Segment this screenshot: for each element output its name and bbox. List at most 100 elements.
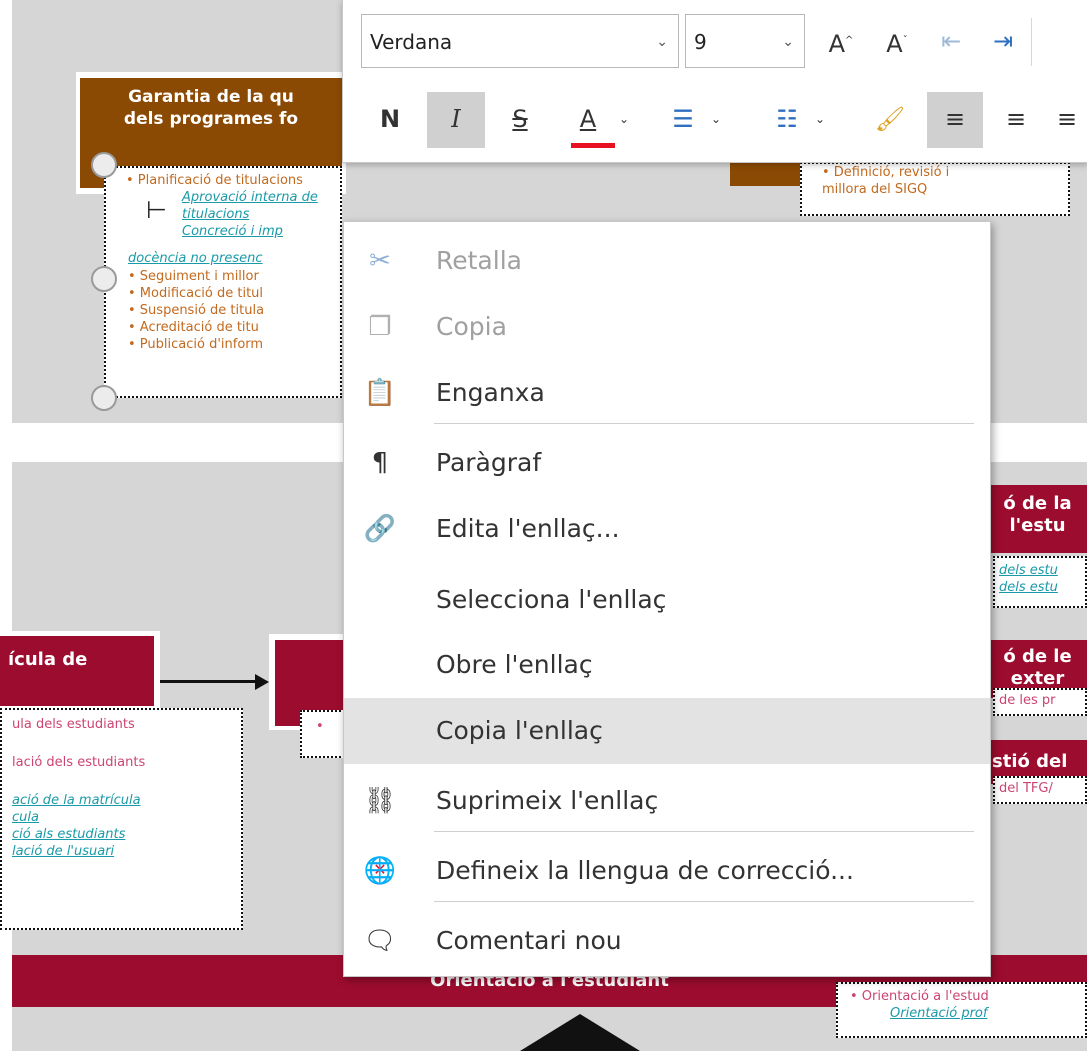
menu-item-label: Defineix la llengua de correcció... (436, 856, 854, 885)
matricula-item-5[interactable]: ció als estudiants (12, 826, 241, 843)
bold-icon: N (379, 105, 401, 133)
menu-item-label: Retalla (436, 246, 522, 275)
bullets-icon[interactable]: ☰ (661, 92, 705, 148)
strikethrough-icon: S (512, 105, 528, 133)
remove-link-icon: ⛓✕ (363, 786, 397, 879)
align-left-icon[interactable]: ≡ (927, 92, 983, 148)
menu-item-set-language[interactable]: 🌐 Defineix la llengua de correcció... (344, 838, 990, 904)
decrease-indent-icon[interactable]: ⇤ (931, 14, 971, 70)
right-box-1-item-1[interactable]: dels estu (999, 562, 1085, 579)
menu-item-remove-link[interactable]: ⛓✕ Suprimeix l'enllaç (344, 768, 990, 879)
font-size-combo[interactable]: 9 ⌄ (685, 14, 805, 68)
right-box-1-item-2[interactable]: dels estu (999, 579, 1085, 596)
align-center-icon[interactable]: ≡ (991, 92, 1041, 148)
chevron-down-icon[interactable]: ⌄ (811, 92, 829, 148)
italic-button[interactable]: I (427, 92, 485, 148)
menu-item-paste[interactable]: 📋 Enganxa (344, 360, 990, 426)
resize-handle-mid-left[interactable] (91, 266, 117, 292)
menu-item-new-comment[interactable]: 🗨 Comentari nou (344, 908, 990, 974)
format-painter-icon[interactable]: 🖌 (865, 92, 915, 148)
menu-item-paragraph[interactable]: ¶ Paràgraf (344, 430, 990, 496)
top-item-list: • Seguiment i millor • Modificació de ti… (128, 268, 264, 353)
bold-button[interactable]: N (365, 92, 415, 148)
menu-item-label: Comentari nou (436, 926, 622, 955)
top-item-8: • Acreditació de titu (128, 320, 259, 335)
menu-item-label: Obre l'enllaç (436, 650, 593, 679)
right-box-2-line1: ó de le (1003, 646, 1072, 667)
strikethrough-button[interactable]: S (495, 92, 545, 148)
copy-icon: ❐ (368, 312, 392, 342)
top-item-9: • Publicació d'inform (128, 337, 264, 352)
bottom-right-item-2[interactable]: Orientació prof (850, 1005, 1085, 1022)
menu-item-edit-link[interactable]: 🔗 Edita l'enllaç... (344, 496, 990, 562)
matricula-item-3[interactable]: ació de la matrícula (12, 792, 241, 809)
matricula-item-2: lació dels estudiants (12, 755, 146, 770)
right-box-2-content[interactable]: de les pr (993, 688, 1087, 716)
grow-font-button[interactable]: A^ (821, 14, 861, 70)
font-size-value: 9 (694, 30, 707, 54)
menu-separator (434, 423, 974, 424)
up-arrow-shape (520, 1014, 640, 1051)
top-box-title-line1: Garantia de la qu (128, 87, 294, 107)
chevron-down-icon[interactable]: ⌄ (615, 92, 633, 148)
chevron-down-icon[interactable]: ⌄ (707, 92, 725, 148)
flow-arrow-line (160, 680, 260, 683)
menu-item-label: Paràgraf (436, 448, 542, 477)
right-box-3-content[interactable]: del TFG/ (993, 776, 1087, 804)
numbering-icon[interactable]: ☷ (765, 92, 809, 148)
menu-item-cut[interactable]: ✂ Retalla (344, 228, 990, 294)
menu-separator (434, 901, 974, 902)
menu-item-copy-link[interactable]: Copia l'enllaç (344, 698, 990, 764)
right-top-item-2: millora del SIGQ (822, 182, 928, 197)
chevron-down-icon[interactable]: ⌄ (656, 15, 668, 69)
matricula-item-1: ula dels estudiants (12, 717, 135, 732)
matricula-item-6[interactable]: lació de l'usuari (12, 843, 241, 860)
chevron-down-icon[interactable]: ⌄ (782, 15, 794, 69)
menu-item-label: Enganxa (436, 378, 545, 407)
align-right-icon[interactable]: ≡ (1047, 92, 1087, 148)
resize-handle-top-left[interactable] (91, 152, 117, 178)
comment-icon: 🗨 (363, 926, 397, 956)
mini-toolbar: Verdana ⌄ 9 ⌄ A^ Aˇ ⇤ ⇥ N I S A ⌄ ☰ ⌄ ☷ … (342, 0, 1087, 163)
top-item-7: • Suspensió de titula (128, 303, 265, 318)
matricula-content[interactable]: ula dels estudiants lació dels estudiant… (0, 708, 243, 930)
top-box-title-line2: dels programes fo (123, 109, 299, 129)
top-item-4[interactable]: docència no presenc (128, 250, 263, 267)
font-name-value: Verdana (370, 30, 453, 54)
menu-item-open-link[interactable]: Obre l'enllaç (344, 632, 990, 698)
menu-item-label: Suprimeix l'enllaç (436, 786, 659, 815)
center-bullet: • (316, 719, 324, 734)
paste-icon: 📋 (363, 378, 397, 408)
font-name-combo[interactable]: Verdana ⌄ (361, 14, 679, 68)
shrink-font-icon: A (886, 30, 903, 58)
scissors-icon: ✂ (369, 246, 391, 276)
increase-indent-icon[interactable]: ⇥ (983, 14, 1023, 70)
right-box-2-line2: exter (1010, 668, 1065, 689)
top-item-1: • Planificació de titulacions (126, 173, 303, 188)
language-icon: 🌐 (363, 856, 397, 886)
menu-item-label: Selecciona l'enllaç (436, 585, 667, 614)
menu-item-copy[interactable]: ❐ Copia (344, 294, 990, 360)
matricula-title[interactable]: ícula de (0, 636, 154, 706)
menu-separator (434, 831, 974, 832)
menu-item-label: Edita l'enllaç... (436, 514, 620, 543)
matricula-item-4[interactable]: cula (12, 809, 241, 826)
right-top-content[interactable]: • Definició, revisió i millora del SIGQ (800, 162, 1070, 216)
resize-handle-bottom-left[interactable] (91, 385, 117, 411)
shrink-font-button[interactable]: Aˇ (877, 14, 917, 70)
right-box-1-line2: l'estu (1009, 515, 1066, 536)
edit-link-icon: 🔗 (363, 514, 397, 544)
bottom-right-content[interactable]: • Orientació a l'estud Orientació prof (836, 982, 1087, 1038)
right-box-1-title[interactable]: ó de la l'estu (988, 485, 1087, 553)
menu-item-select-link[interactable]: Selecciona l'enllaç (344, 567, 990, 633)
top-item-3[interactable]: Concreció i imp (126, 223, 340, 240)
font-color-button[interactable]: A (563, 92, 613, 148)
font-color-icon: A (579, 105, 597, 133)
context-menu: ✂ Retalla ❐ Copia 📋 Enganxa ¶ Paràgraf 🔗… (343, 221, 991, 977)
top-item-6: • Modificació de titul (128, 286, 264, 301)
menu-item-label: Copia (436, 312, 507, 341)
center-box-content[interactable]: • (300, 710, 348, 758)
right-box-1-content[interactable]: dels estu dels estu (993, 556, 1087, 608)
right-top-item-1: • Definició, revisió i (822, 165, 950, 180)
bottom-right-item-1: • Orientació a l'estud (850, 989, 989, 1004)
